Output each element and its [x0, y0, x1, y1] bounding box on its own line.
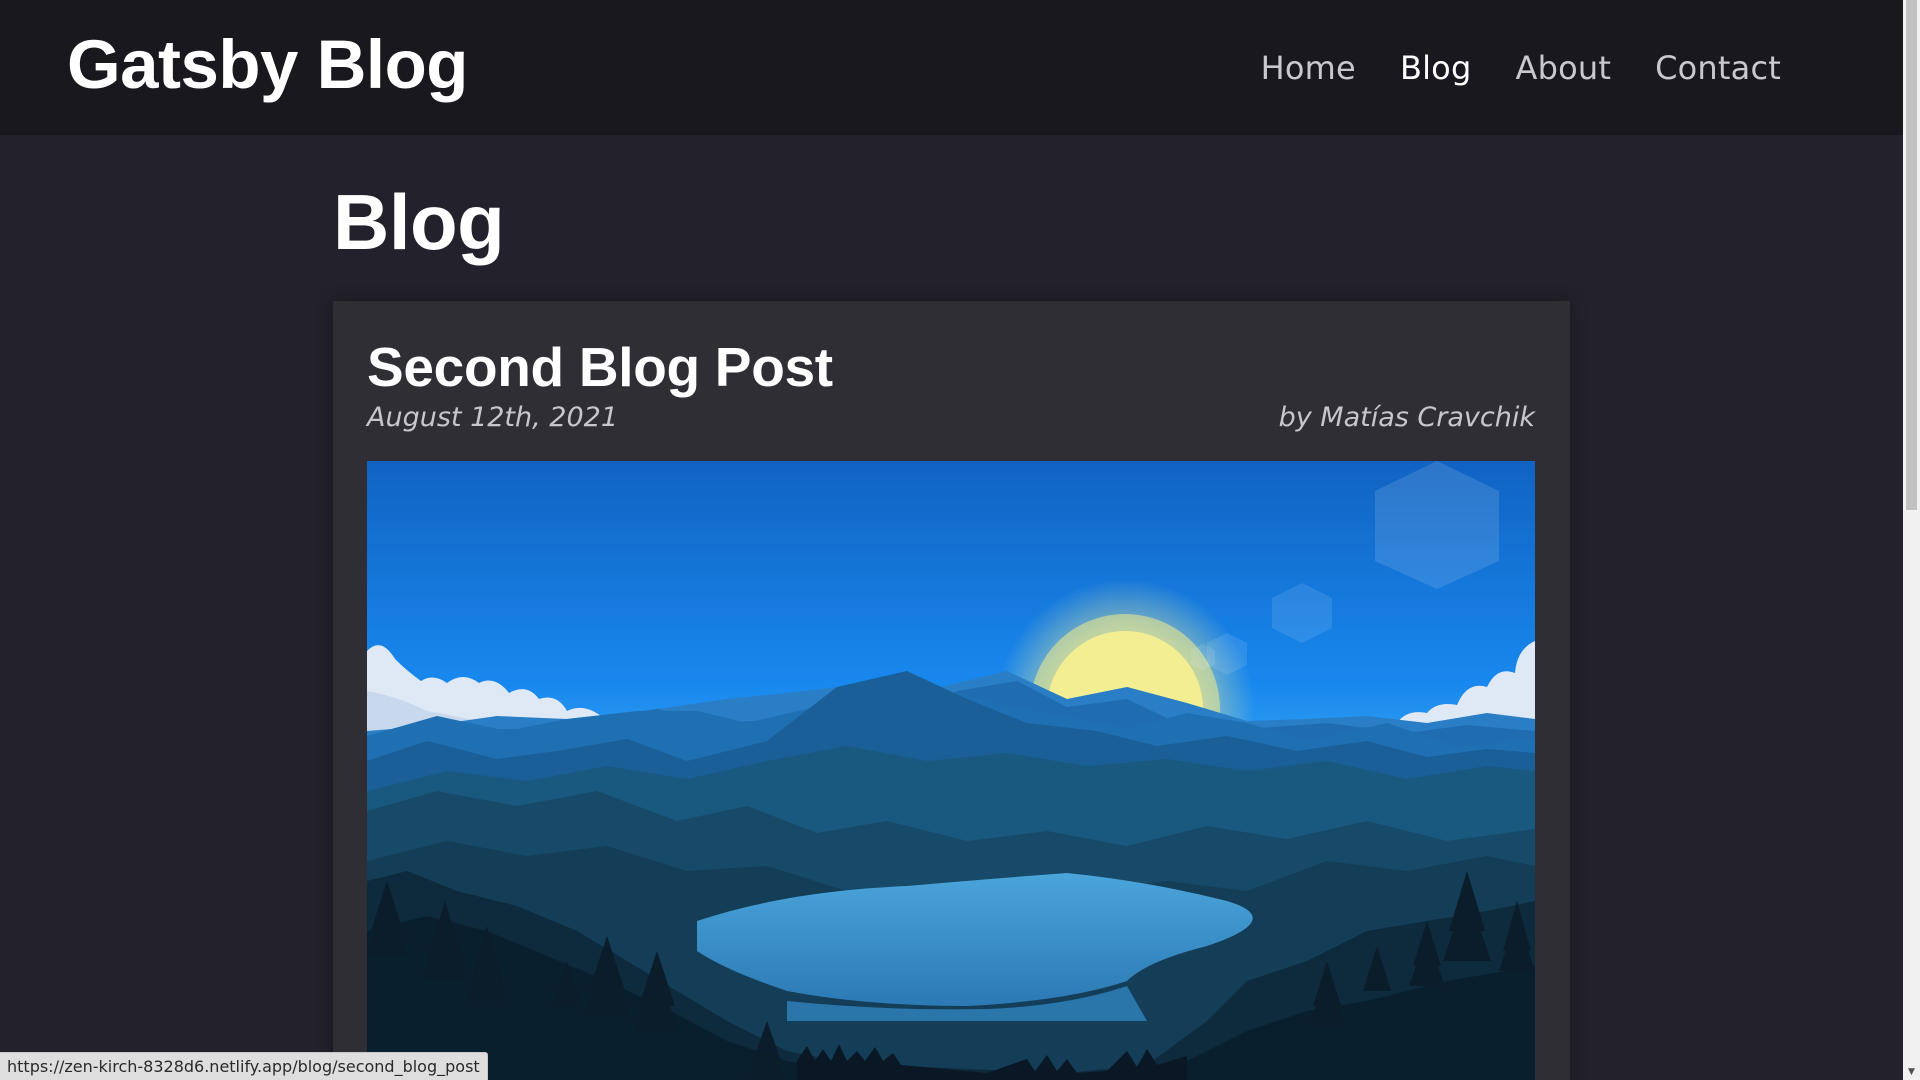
nav-link-blog[interactable]: Blog [1400, 49, 1472, 87]
nav-link-home[interactable]: Home [1261, 49, 1356, 87]
post-date: August 12th, 2021 [367, 402, 619, 433]
scrollbar-thumb[interactable] [1906, 0, 1917, 510]
nav-link-contact[interactable]: Contact [1655, 49, 1781, 87]
site-header: Gatsby Blog Home Blog About Contact [0, 0, 1903, 135]
status-bar-url: https://zen-kirch-8328d6.netlify.app/blo… [0, 1052, 488, 1080]
page: Gatsby Blog Home Blog About Contact Blog… [0, 0, 1920, 1080]
post-image-link[interactable] [367, 461, 1535, 1080]
main-nav: Home Blog About Contact [1261, 0, 1781, 135]
post-meta: August 12th, 2021 by Matías Cravchik [367, 402, 1535, 433]
mountain-landscape-image [367, 461, 1535, 1080]
page-title: Blog [333, 178, 505, 266]
vertical-scrollbar[interactable]: ▼ [1903, 0, 1920, 1080]
site-title-link[interactable]: Gatsby Blog [67, 20, 468, 110]
scroll-down-arrow-icon[interactable]: ▼ [1903, 1063, 1920, 1080]
post-card: Second Blog Post August 12th, 2021 by Ma… [333, 301, 1570, 1080]
post-title-link[interactable]: Second Blog Post [367, 329, 833, 405]
post-author: by Matías Cravchik [1278, 402, 1535, 433]
nav-link-about[interactable]: About [1515, 49, 1611, 87]
